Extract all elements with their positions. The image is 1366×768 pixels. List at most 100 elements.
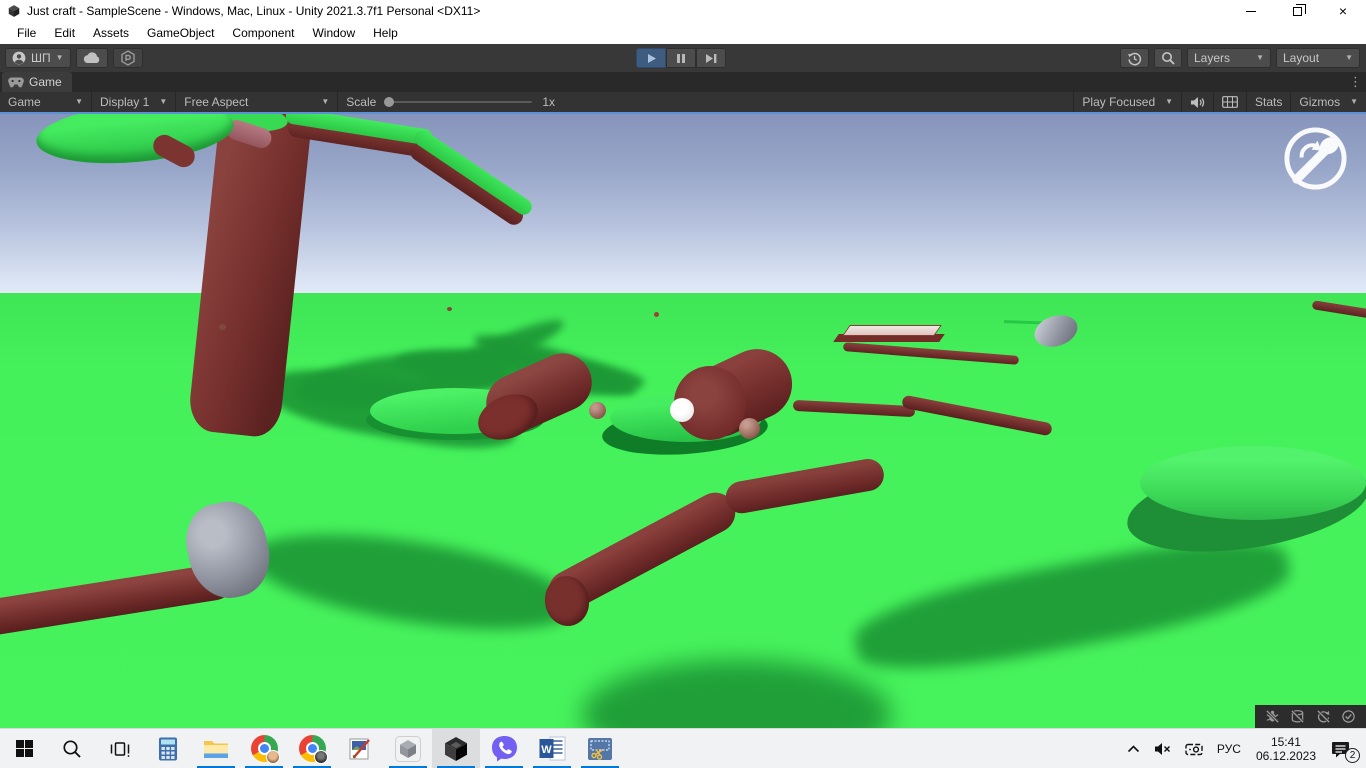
menu-assets[interactable]: Assets: [84, 23, 138, 43]
activity-ok-icon[interactable]: [1341, 709, 1356, 724]
menu-gameobject[interactable]: GameObject: [138, 23, 223, 43]
step-button[interactable]: [696, 48, 726, 68]
account-label: ШП: [31, 51, 51, 65]
game-tab-label: Game: [29, 75, 62, 89]
unity-toolbar: ШП ▼ Layers ▼ Layout ▼: [0, 44, 1366, 72]
system-tray: РУС 15:41 06.12.2023 2: [1120, 729, 1366, 768]
gamepad-icon: [8, 76, 24, 87]
layers-label: Layers: [1194, 51, 1231, 65]
calculator-icon: [159, 737, 177, 760]
chevron-down-icon: ▼: [1350, 97, 1358, 106]
gizmos-dropdown[interactable]: Gizmos ▼: [1290, 92, 1366, 112]
search-button[interactable]: [1154, 48, 1182, 68]
chevron-down-icon: ▼: [1256, 53, 1264, 62]
mute-audio-button[interactable]: [1181, 92, 1213, 112]
cloud-icon: [83, 52, 99, 63]
tab-overflow-menu-icon[interactable]: ⋮: [1349, 74, 1362, 90]
taskbar-app-word[interactable]: W: [528, 729, 576, 768]
view-mode-label: Game: [8, 95, 41, 109]
menu-edit[interactable]: Edit: [45, 23, 84, 43]
taskbar-search-button[interactable]: [48, 729, 96, 768]
chevron-down-icon: ▼: [55, 53, 64, 62]
menu-help[interactable]: Help: [364, 23, 407, 43]
task-view-icon: [110, 741, 130, 757]
wood-sphere: [739, 418, 760, 439]
chevron-down-icon: ▼: [321, 97, 330, 106]
taskbar-app-calculator[interactable]: [144, 729, 192, 768]
taskbar-app-chrome-profile-2[interactable]: [288, 729, 336, 768]
chevron-down-icon: ▼: [1345, 53, 1353, 62]
keyboard-grid-icon: [1222, 96, 1238, 108]
unity-logo-icon: [8, 5, 20, 17]
wood-speck: [447, 307, 452, 311]
display-dropdown[interactable]: Display 1 ▼: [92, 92, 177, 112]
game-viewport[interactable]: [0, 112, 1366, 728]
auto-refresh-disabled-icon[interactable]: [1316, 709, 1331, 724]
menu-component[interactable]: Component: [223, 23, 303, 43]
minimize-icon: [1246, 10, 1256, 12]
tray-show-hidden-icons[interactable]: [1120, 729, 1147, 768]
wood-speck: [654, 312, 659, 317]
play-icon: [647, 53, 656, 63]
chevron-down-icon: ▼: [1165, 97, 1174, 106]
layout-dropdown[interactable]: Layout ▼: [1276, 48, 1360, 68]
taskbar-app-unity-editor[interactable]: [432, 729, 480, 768]
unity-hub-icon: [395, 735, 421, 762]
display-label: Display 1: [100, 95, 150, 109]
menu-window[interactable]: Window: [303, 23, 364, 43]
game-view-tab[interactable]: Game: [2, 72, 72, 92]
toolbar-right-group: Layers ▼ Layout ▼: [1115, 48, 1360, 68]
cloud-button[interactable]: [75, 48, 108, 68]
cache-disabled-icon[interactable]: [1290, 709, 1305, 724]
undo-history-button[interactable]: [1120, 48, 1149, 68]
speaker-muted-icon: [1154, 743, 1170, 755]
taskbar-app-paint[interactable]: [336, 729, 384, 768]
wood-speck: [219, 324, 226, 330]
taskbar-app-unity-hub[interactable]: [384, 729, 432, 768]
task-view-button[interactable]: [96, 729, 144, 768]
play-button[interactable]: [636, 48, 666, 68]
chrome-icon: [298, 735, 328, 764]
game-view-toolbar: Game ▼ Display 1 ▼ Free Aspect ▼ Scale 1…: [0, 92, 1366, 112]
focus-mode-dropdown[interactable]: Play Focused ▼: [1073, 92, 1181, 112]
taskbar-app-snipping-tool[interactable]: [576, 729, 624, 768]
paint-icon: [349, 738, 370, 759]
scale-slider[interactable]: [384, 97, 533, 107]
tray-volume-muted[interactable]: [1147, 729, 1178, 768]
pause-button[interactable]: [666, 48, 696, 68]
taskbar-app-file-explorer[interactable]: [192, 729, 240, 768]
rotate-item-hud-icon: [1284, 127, 1347, 190]
window-title: Just craft - SampleScene - Windows, Mac,…: [27, 4, 481, 18]
plastic-scm-button[interactable]: [112, 48, 143, 68]
tray-language-indicator[interactable]: РУС: [1210, 729, 1248, 768]
taskbar-app-viber[interactable]: [480, 729, 528, 768]
snipping-tool-icon: [588, 737, 612, 760]
restore-button[interactable]: [1274, 0, 1320, 22]
account-icon: [12, 51, 26, 65]
svg-text:W: W: [541, 744, 552, 756]
stats-toggle[interactable]: Stats: [1246, 92, 1290, 112]
step-icon: [706, 53, 717, 63]
account-button[interactable]: ШП ▼: [5, 48, 71, 68]
aspect-dropdown[interactable]: Free Aspect ▼: [176, 92, 339, 112]
chrome-icon: [250, 735, 280, 764]
file-explorer-icon: [204, 741, 228, 758]
minimize-button[interactable]: [1228, 0, 1274, 22]
stats-label: Stats: [1255, 95, 1283, 109]
close-button[interactable]: ×: [1320, 0, 1366, 22]
view-mode-dropdown[interactable]: Game ▼: [0, 92, 92, 112]
layers-dropdown[interactable]: Layers ▼: [1187, 48, 1271, 68]
debugger-disabled-icon[interactable]: [1265, 709, 1280, 724]
aspect-label: Free Aspect: [184, 95, 249, 109]
taskbar-app-chrome-profile-1[interactable]: [240, 729, 288, 768]
tray-capture-device[interactable]: [1178, 729, 1210, 768]
focus-highlight-line: [0, 112, 1366, 114]
search-icon: [1162, 52, 1175, 65]
start-button[interactable]: [0, 729, 48, 768]
tray-clock[interactable]: 15:41 06.12.2023: [1248, 735, 1324, 763]
vsync-grid-button[interactable]: [1213, 92, 1246, 112]
tray-action-center[interactable]: 2: [1324, 729, 1362, 768]
menu-file[interactable]: File: [8, 23, 45, 43]
scale-slider-knob[interactable]: [384, 97, 395, 107]
window-titlebar: Just craft - SampleScene - Windows, Mac,…: [0, 0, 1366, 22]
